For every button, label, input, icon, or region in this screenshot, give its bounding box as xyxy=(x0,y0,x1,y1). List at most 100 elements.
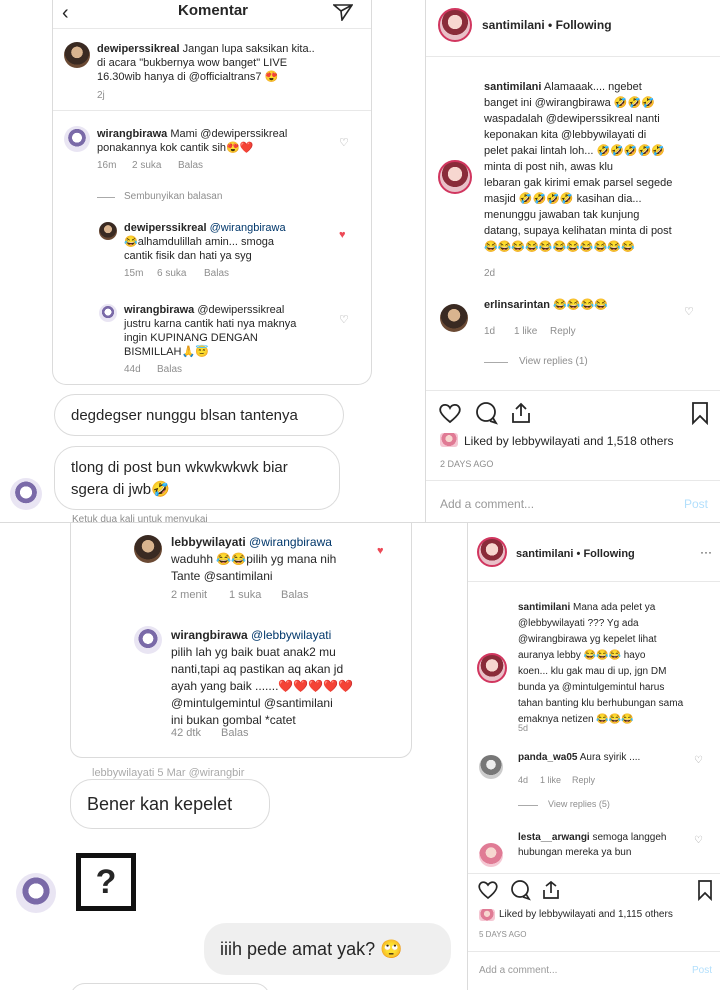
reply-time: 44d xyxy=(124,364,141,375)
avatar[interactable] xyxy=(440,433,458,447)
reply-line-1: dewiperssikreal @wirangbirawa xyxy=(124,222,286,234)
bookmark-icon[interactable] xyxy=(696,879,714,901)
caption-line-2: @lebbywilayati ??? Yg ada xyxy=(518,618,639,629)
view-replies-button[interactable]: View replies (1) xyxy=(519,356,588,367)
avatar[interactable] xyxy=(440,304,468,332)
caption-line-9: menunggu jawaban tak kunjung xyxy=(484,209,640,221)
heart-icon[interactable]: ♡ xyxy=(684,305,694,318)
message-bubble: degdegser nunggu blsan tantenya xyxy=(54,394,344,436)
reply-line-3: Tante @santimilani xyxy=(171,569,273,583)
view-replies-line xyxy=(484,362,508,363)
reply-button[interactable]: Balas xyxy=(178,160,203,171)
caption-divider xyxy=(53,110,371,111)
avatar[interactable] xyxy=(10,478,42,510)
caption-time: 2j xyxy=(97,90,105,101)
hide-replies-line xyxy=(97,197,115,198)
comment-line-2: ponakannya kok cantik sih😍❤️ xyxy=(97,142,254,154)
truncated-hint: Ketuk dua kali untuk menyukai xyxy=(72,514,208,522)
caption-time: 5d xyxy=(518,723,529,733)
heart-icon[interactable]: ♡ xyxy=(694,835,703,846)
heart-icon[interactable]: ♥ xyxy=(377,545,384,557)
comment-time: 16m xyxy=(97,160,117,171)
heart-icon[interactable]: ♡ xyxy=(339,313,349,326)
caption-line-7: lebaran gak kirimi emak parsel segede xyxy=(484,177,673,189)
avatar[interactable] xyxy=(477,653,507,683)
reply-line-5: @mintulgemintul @santimilani xyxy=(171,696,333,710)
comment-likes[interactable]: 1 like xyxy=(514,326,537,337)
avatar[interactable] xyxy=(99,304,117,322)
reply-line-1: lebbywilayati @wirangbirawa xyxy=(171,535,332,549)
avatar[interactable] xyxy=(64,126,90,152)
actions-divider xyxy=(426,390,720,391)
avatar[interactable] xyxy=(16,873,56,913)
avatar[interactable] xyxy=(479,755,503,779)
comment-icon[interactable] xyxy=(474,401,498,425)
add-comment-divider xyxy=(468,951,720,952)
header-divider xyxy=(468,581,720,582)
avatar[interactable] xyxy=(479,843,503,867)
reply-button[interactable]: Balas xyxy=(204,268,229,279)
header-divider xyxy=(426,56,720,57)
caption-line-1: dewiperssikreal Jangan lupa saksikan kit… xyxy=(97,43,315,55)
reply-button[interactable]: Balas xyxy=(221,727,249,739)
liked-by[interactable]: Liked by lebbywilayati and 1,518 others xyxy=(464,434,673,448)
heart-icon[interactable]: ♡ xyxy=(339,136,349,149)
add-comment-input[interactable]: Add a comment... xyxy=(440,497,534,511)
actions-divider xyxy=(468,873,720,874)
comment-line: panda_wa05 Aura syirik .... xyxy=(518,752,641,763)
reply-button[interactable]: Reply xyxy=(550,326,576,337)
comment-likes[interactable]: 2 suka xyxy=(132,160,161,171)
reply-line-2: waduhh 😂😂pilih yg mana nih xyxy=(171,552,337,566)
more-options-icon[interactable]: ··· xyxy=(700,545,712,559)
avatar[interactable] xyxy=(438,8,472,42)
caption-line-1: santimilani Alamaaak.... ngebet xyxy=(484,81,642,93)
post-date: 2 DAYS AGO xyxy=(440,459,494,469)
comment-icon[interactable] xyxy=(509,879,531,901)
liked-by[interactable]: Liked by lebbywilayati and 1,115 others xyxy=(499,908,673,922)
heart-icon[interactable] xyxy=(477,880,499,900)
caption-line-3: @wirangbirawa yg kepelet lihat xyxy=(518,634,657,645)
reply-line-2: 😂alhamdulillah amin... smoga xyxy=(124,236,275,248)
bookmark-icon[interactable] xyxy=(690,401,710,425)
avatar[interactable] xyxy=(479,909,495,921)
reply-line-4: ayah yang baik .......❤️❤️❤️❤️❤️ xyxy=(171,679,354,693)
post-button[interactable]: Post xyxy=(684,497,708,511)
hide-replies-button[interactable]: Sembunyikan balasan xyxy=(124,191,222,202)
message-bubble: Bener kan kepelet xyxy=(70,779,270,829)
post-button[interactable]: Post xyxy=(692,964,712,978)
avatar[interactable] xyxy=(134,535,162,563)
reply-time: 2 menit xyxy=(171,589,208,601)
comment-line-1: wirangbirawa Mami @dewiperssikreal xyxy=(97,128,288,140)
avatar[interactable] xyxy=(477,537,507,567)
post-header: santimilani • Following xyxy=(516,548,635,560)
view-replies-button[interactable]: View replies (5) xyxy=(548,799,610,809)
comment-line-1: lesta__arwangi semoga langgeh xyxy=(518,832,667,843)
comment-likes[interactable]: 1 like xyxy=(540,775,561,785)
heart-icon[interactable]: ♥ xyxy=(339,229,346,241)
bottom-left-panel: lebbywilayati @wirangbirawa waduhh 😂😂pil… xyxy=(0,523,467,990)
share-icon[interactable] xyxy=(510,401,532,425)
reply-line-1: wirangbirawa @dewiperssikreal xyxy=(124,304,285,316)
share-icon[interactable] xyxy=(541,879,561,901)
avatar[interactable] xyxy=(134,626,162,654)
heart-icon[interactable]: ♡ xyxy=(694,755,703,766)
reply-button[interactable]: Balas xyxy=(157,364,182,375)
avatar[interactable] xyxy=(64,42,90,68)
comment-time: 4d xyxy=(518,775,529,785)
caption-line-11: 😂😂😂😂😂😂😂😂😂😂😂 xyxy=(484,241,635,253)
comment-line: erlinsarintan 😂😂😂😂 xyxy=(484,299,608,311)
caption-line-8: emaknya netizen 😂😂😂 xyxy=(518,714,634,725)
unsupported-emoji-icon: ? xyxy=(76,853,136,911)
reply-button[interactable]: Reply xyxy=(572,775,595,785)
reply-likes[interactable]: 1 suka xyxy=(229,589,261,601)
heart-icon[interactable] xyxy=(438,402,462,424)
reply-line-1: wirangbirawa @lebbywilayati xyxy=(171,628,332,642)
reply-button[interactable]: Balas xyxy=(281,589,309,601)
avatar[interactable] xyxy=(438,160,472,194)
avatar[interactable] xyxy=(99,222,117,240)
reply-line-2: pilih lah yg baik buat anak2 mu xyxy=(171,645,336,659)
add-comment-input[interactable]: Add a comment... xyxy=(479,964,557,978)
caption-line-6: bunda ya @mintulgemintul harus xyxy=(518,682,665,693)
reply-line-3: ingin KUPINANG DENGAN xyxy=(124,332,258,344)
reply-likes[interactable]: 6 suka xyxy=(157,268,186,279)
